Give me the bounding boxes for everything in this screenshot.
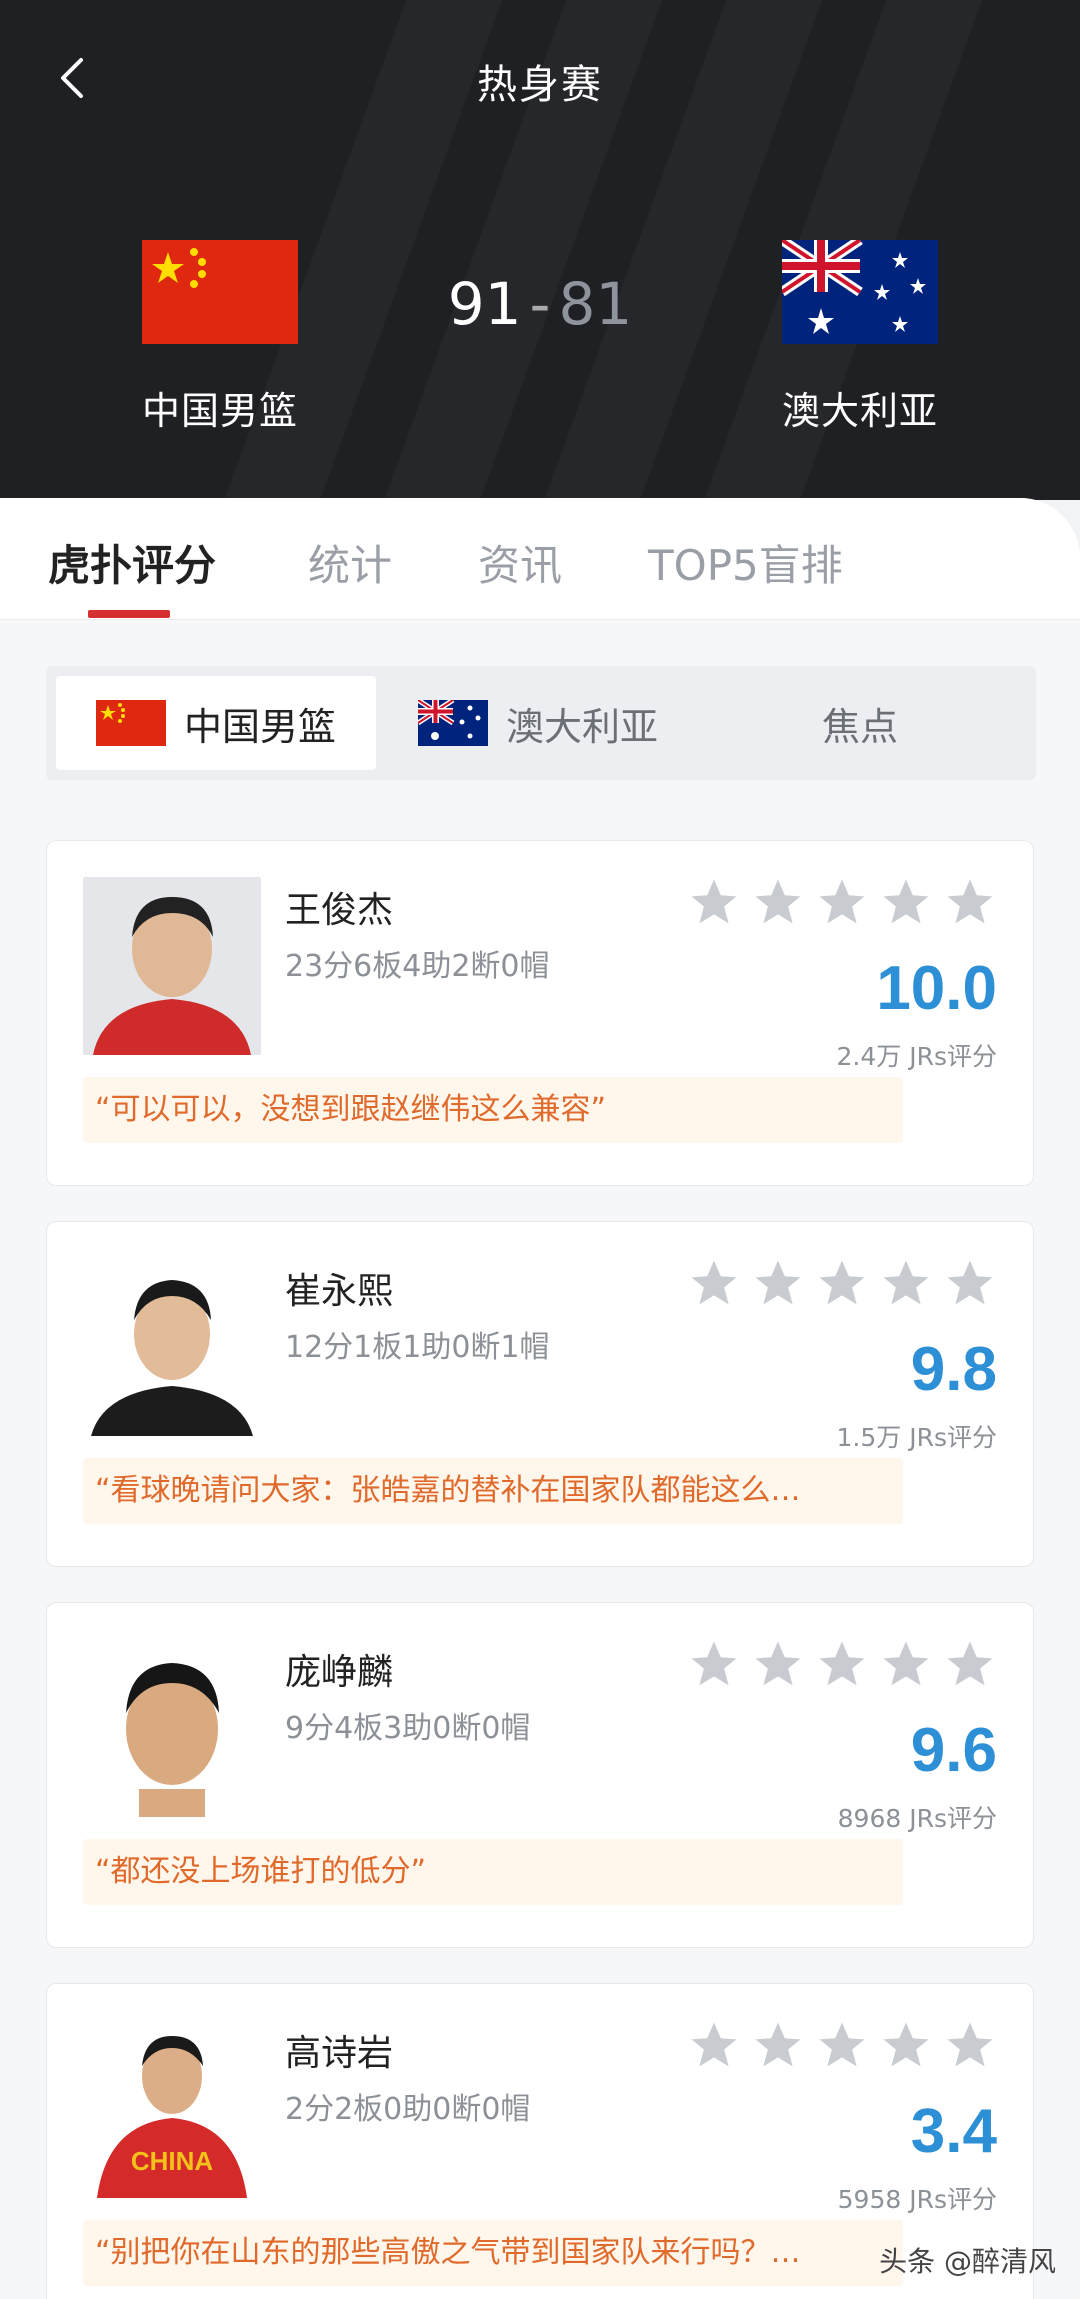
player-name: 高诗岩 — [285, 2033, 394, 2074]
tab-stats[interactable]: 统计 — [308, 532, 392, 593]
player-stats: 9分4板3助0断0帽 — [285, 1711, 531, 1746]
player-rating: 9.8 — [910, 1335, 997, 1404]
star-icon[interactable] — [815, 1637, 869, 1691]
segment-australia-label: 澳大利亚 — [506, 704, 659, 749]
player-name: 崔永熙 — [285, 1271, 394, 1312]
top-comment[interactable]: “都还没上场谁打的低分” — [83, 1839, 903, 1905]
rating-stars[interactable] — [687, 875, 997, 929]
tab-hupu-rating[interactable]: 虎扑评分 — [48, 532, 216, 593]
player-rating: 9.6 — [910, 1716, 997, 1785]
player-avatar — [83, 877, 261, 1055]
segment-china[interactable]: 中国男篮 — [56, 676, 376, 770]
away-score: 81 — [558, 270, 633, 338]
watermark: 头条 @醉清风 — [879, 2245, 1056, 2278]
australia-flag-icon — [418, 700, 488, 746]
player-name: 庞峥麟 — [285, 1652, 394, 1693]
star-icon[interactable] — [751, 2018, 805, 2072]
star-icon[interactable] — [687, 875, 741, 929]
star-icon[interactable] — [879, 2018, 933, 2072]
star-icon[interactable] — [687, 1256, 741, 1310]
team-segment-control: 中国男篮 澳大利亚 焦点 — [46, 666, 1036, 780]
segment-australia[interactable]: 澳大利亚 — [418, 676, 738, 770]
rating-stars[interactable] — [687, 1637, 997, 1691]
vote-count: 2.4万 JRs评分 — [836, 1042, 997, 1071]
china-flag-icon — [96, 700, 166, 746]
score-separator: - — [529, 270, 551, 338]
svg-text:CHINA: CHINA — [131, 2146, 214, 2176]
player-stats: 2分2板0助0断0帽 — [285, 2092, 531, 2127]
tab-active-indicator — [88, 610, 170, 618]
player-stats: 12分1板1助0断1帽 — [285, 1330, 550, 1365]
star-icon[interactable] — [943, 1637, 997, 1691]
player-rating: 10.0 — [876, 954, 997, 1023]
star-icon[interactable] — [751, 1256, 805, 1310]
top-comment[interactable]: “看球晚请问大家：张皓嘉的替补在国家队都能这么… — [83, 1458, 903, 1524]
segment-focus[interactable]: 焦点 — [822, 676, 942, 770]
home-team-name: 中国男篮 — [141, 389, 298, 433]
star-icon[interactable] — [751, 875, 805, 929]
away-team[interactable]: 澳大利亚 — [740, 240, 980, 435]
star-icon[interactable] — [879, 1637, 933, 1691]
star-icon[interactable] — [815, 875, 869, 929]
content-panel: 虎扑评分 统计 资讯 TOP5盲排 中国男篮 澳大利亚 焦点 王俊杰 23分6板… — [0, 498, 1080, 2299]
page-title: 热身赛 — [477, 62, 603, 108]
match-header: 热身赛 中国男篮 91-81 澳大利亚 — [0, 0, 1080, 500]
star-icon[interactable] — [687, 2018, 741, 2072]
player-card[interactable]: 王俊杰 23分6板4助2断0帽 10.0 2.4万 JRs评分 “可以可以，没想… — [46, 840, 1034, 1186]
star-icon[interactable] — [943, 2018, 997, 2072]
player-avatar: CHINA — [83, 2020, 261, 2198]
vote-count: 8968 JRs评分 — [837, 1804, 997, 1833]
australia-flag-icon — [782, 240, 938, 344]
rating-stars[interactable] — [687, 1256, 997, 1310]
star-icon[interactable] — [751, 1637, 805, 1691]
top-comment[interactable]: “别把你在山东的那些高傲之气带到国家队来行吗？… — [83, 2220, 903, 2286]
home-score: 91 — [447, 270, 522, 338]
away-team-name: 澳大利亚 — [781, 389, 938, 433]
segment-china-label: 中国男篮 — [184, 704, 337, 749]
player-rating: 3.4 — [910, 2097, 997, 2166]
player-stats: 23分6板4助2断0帽 — [285, 949, 550, 984]
star-icon[interactable] — [879, 875, 933, 929]
player-avatar — [83, 1258, 261, 1436]
tab-bar: 虎扑评分 统计 资讯 TOP5盲排 — [0, 498, 1080, 620]
player-card[interactable]: 庞峥麟 9分4板3助0断0帽 9.6 8968 JRs评分 “都还没上场谁打的低… — [46, 1602, 1034, 1948]
vote-count: 1.5万 JRs评分 — [836, 1423, 997, 1452]
tab-news[interactable]: 资讯 — [478, 532, 562, 593]
star-icon[interactable] — [943, 875, 997, 929]
star-icon[interactable] — [943, 1256, 997, 1310]
vote-count: 5958 JRs评分 — [837, 2185, 997, 2214]
star-icon[interactable] — [815, 1256, 869, 1310]
star-icon[interactable] — [687, 1637, 741, 1691]
star-icon[interactable] — [815, 2018, 869, 2072]
player-card[interactable]: 崔永熙 12分1板1助0断1帽 9.8 1.5万 JRs评分 “看球晚请问大家：… — [46, 1221, 1034, 1567]
player-name: 王俊杰 — [285, 890, 394, 931]
player-avatar — [83, 1639, 261, 1817]
top-comment[interactable]: “可以可以，没想到跟赵继伟这么兼容” — [83, 1077, 903, 1143]
rating-stars[interactable] — [687, 2018, 997, 2072]
star-icon[interactable] — [879, 1256, 933, 1310]
tab-top5[interactable]: TOP5盲排 — [648, 532, 843, 593]
